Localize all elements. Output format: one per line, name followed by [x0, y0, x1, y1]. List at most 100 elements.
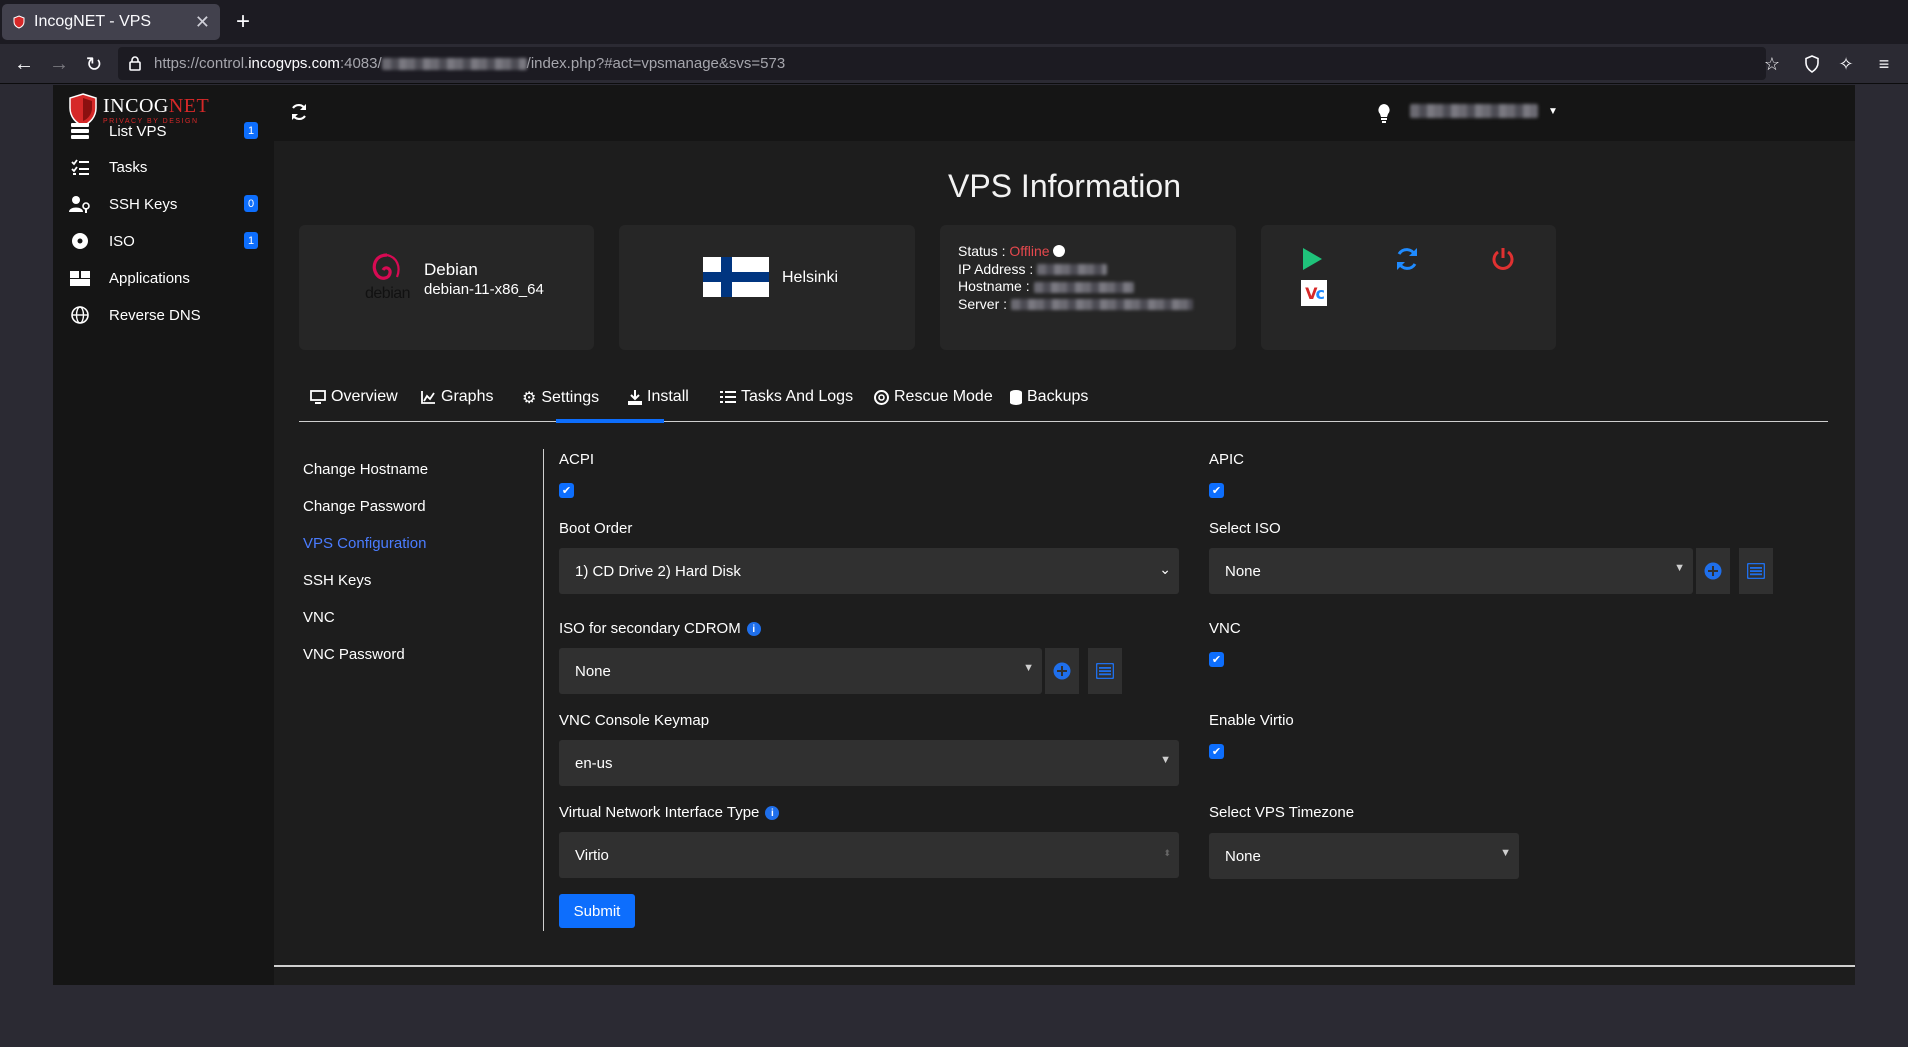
subnav-change-hostname[interactable]: Change Hostname: [303, 461, 428, 478]
list-iso-button[interactable]: [1739, 548, 1773, 594]
url-bar[interactable]: https://control. incogvps.com:4083/ /index…: [118, 47, 1766, 80]
debian-logo-icon: debian: [365, 251, 411, 303]
submit-button[interactable]: Submit: [559, 894, 635, 928]
nic-type-select[interactable]: Virtio ⬍: [559, 832, 1179, 878]
tab-overview[interactable]: Overview: [310, 388, 398, 406]
plus-circle-icon: [1704, 562, 1722, 580]
bookmark-star-icon[interactable]: ☆: [1760, 52, 1784, 76]
tab-settings[interactable]: ⚙ Settings: [522, 388, 599, 408]
count-badge: 0: [244, 195, 258, 212]
add-secondary-iso-button[interactable]: [1045, 648, 1079, 694]
sidebar-item-iso[interactable]: ISO 1: [53, 223, 274, 259]
caret-down-icon: ▼: [1023, 662, 1034, 674]
sidebar-item-tasks[interactable]: Tasks: [53, 149, 274, 185]
acpi-checkbox[interactable]: ✔: [559, 483, 574, 498]
tab-label: Graphs: [441, 388, 494, 405]
close-tab-icon[interactable]: ✕: [195, 12, 210, 33]
nic-type-label-text: Virtual Network Interface Type: [559, 804, 760, 821]
redacted-hostname: [1033, 281, 1134, 293]
server-list-icon: [69, 120, 91, 142]
sidebar-item-ssh-keys[interactable]: SSH Keys 0: [53, 186, 274, 222]
lock-icon: [129, 56, 141, 71]
settings-divider: [543, 449, 544, 931]
enable-virtio-checkbox[interactable]: ✔: [1209, 744, 1224, 759]
nic-type-value: Virtio: [575, 846, 609, 864]
server-label: Server :: [958, 295, 1008, 312]
browser-tab[interactable]: IncogNET - VPS ✕: [2, 4, 220, 40]
subnav-change-password[interactable]: Change Password: [303, 498, 426, 515]
sidebar-item-reverse-dns[interactable]: Reverse DNS: [53, 297, 274, 333]
list-box-icon: [1747, 563, 1765, 579]
theme-lightbulb-icon[interactable]: [1377, 103, 1391, 128]
info-icon[interactable]: i: [746, 622, 761, 637]
database-icon: [1010, 389, 1022, 405]
location-city: Helsinki: [782, 269, 839, 286]
status-row: Status : Offline: [958, 243, 1193, 261]
boot-order-select[interactable]: 1) CD Drive 2) Hard Disk ⌄: [559, 548, 1179, 594]
subnav-vps-configuration[interactable]: VPS Configuration: [303, 535, 426, 552]
user-menu[interactable]: ▼: [1410, 104, 1558, 118]
list-secondary-iso-button[interactable]: [1088, 648, 1122, 694]
apic-checkbox[interactable]: ✔: [1209, 483, 1224, 498]
sidebar-item-list-vps[interactable]: List VPS 1: [53, 113, 274, 149]
page-title: VPS Information: [948, 168, 1181, 204]
secondary-cdrom-select[interactable]: None ▼: [559, 648, 1042, 694]
forward-icon[interactable]: →: [45, 50, 73, 78]
timezone-value: None: [1225, 847, 1261, 865]
redacted-server: [1011, 299, 1194, 311]
new-tab-icon[interactable]: +: [236, 8, 250, 36]
timezone-select[interactable]: None ▼: [1209, 833, 1519, 879]
tab-label: Tasks And Logs: [741, 388, 854, 405]
secondary-cdrom-label: ISO for secondary CDROM i: [559, 620, 761, 637]
refresh-icon[interactable]: [289, 102, 309, 127]
browser-tabstrip: IncogNET - VPS ✕ +: [0, 0, 1908, 44]
vnc-label: VNC: [1209, 620, 1241, 637]
shield-icon[interactable]: [1800, 52, 1824, 76]
sidebar-item-applications[interactable]: Applications: [53, 260, 274, 296]
browser-navbar: ← → ↻ https://control. incogvps.com:4083/…: [0, 44, 1908, 84]
subnav-vnc[interactable]: VNC: [303, 609, 335, 626]
menu-icon[interactable]: ≡: [1872, 52, 1896, 76]
add-iso-button[interactable]: [1696, 548, 1730, 594]
select-iso-select[interactable]: None ▼: [1209, 548, 1693, 594]
tab-backups[interactable]: Backups: [1010, 388, 1088, 406]
finland-flag-icon: [703, 257, 769, 297]
acpi-label: ACPI: [559, 451, 595, 468]
sidebar-item-label: Tasks: [109, 158, 148, 176]
tasks-icon: [69, 156, 91, 178]
restart-icon[interactable]: [1394, 246, 1420, 272]
keymap-value: en-us: [575, 754, 613, 772]
status-value: Offline: [1009, 243, 1050, 259]
gear-icon: ⚙: [522, 390, 537, 407]
vnc-checkbox[interactable]: ✔: [1209, 652, 1224, 667]
power-off-icon[interactable]: [1491, 246, 1515, 272]
tab-rescue-mode[interactable]: Rescue Mode: [874, 388, 993, 406]
caret-updown-icon: ⬍: [1163, 848, 1171, 858]
subnav-ssh-keys[interactable]: SSH Keys: [303, 572, 371, 589]
reload-icon[interactable]: ↻: [80, 50, 108, 78]
sidebar-item-label: Reverse DNS: [109, 306, 201, 324]
nic-type-label: Virtual Network Interface Type i: [559, 804, 780, 821]
location-card: Helsinki: [619, 225, 915, 350]
hostname-label: Hostname :: [958, 278, 1030, 294]
check-icon: ✔: [1211, 654, 1222, 666]
sidebar-item-label: ISO: [109, 232, 135, 250]
plus-circle-icon: [1053, 662, 1071, 680]
keymap-select[interactable]: en-us ▼: [559, 740, 1179, 786]
vnc-console-icon[interactable]: Vc: [1301, 280, 1327, 306]
tab-tasks-and-logs[interactable]: Tasks And Logs: [720, 388, 853, 406]
info-icon[interactable]: i: [765, 806, 780, 821]
subnav-vnc-password[interactable]: VNC Password: [303, 646, 405, 663]
sidebar-item-label: Applications: [109, 269, 190, 287]
tab-install[interactable]: Install: [628, 388, 689, 406]
tab-label: Rescue Mode: [894, 388, 993, 405]
hostname-row: Hostname :: [958, 278, 1193, 296]
tab-graphs[interactable]: Graphs: [421, 388, 493, 406]
start-play-icon[interactable]: [1301, 247, 1323, 271]
download-icon: [628, 389, 642, 405]
back-icon[interactable]: ←: [10, 50, 38, 78]
url-host: incogvps.com: [248, 55, 340, 72]
top-bar: ▼: [274, 85, 1855, 141]
tab-label: Settings: [541, 389, 600, 406]
extensions-icon[interactable]: ✧: [1834, 52, 1858, 76]
